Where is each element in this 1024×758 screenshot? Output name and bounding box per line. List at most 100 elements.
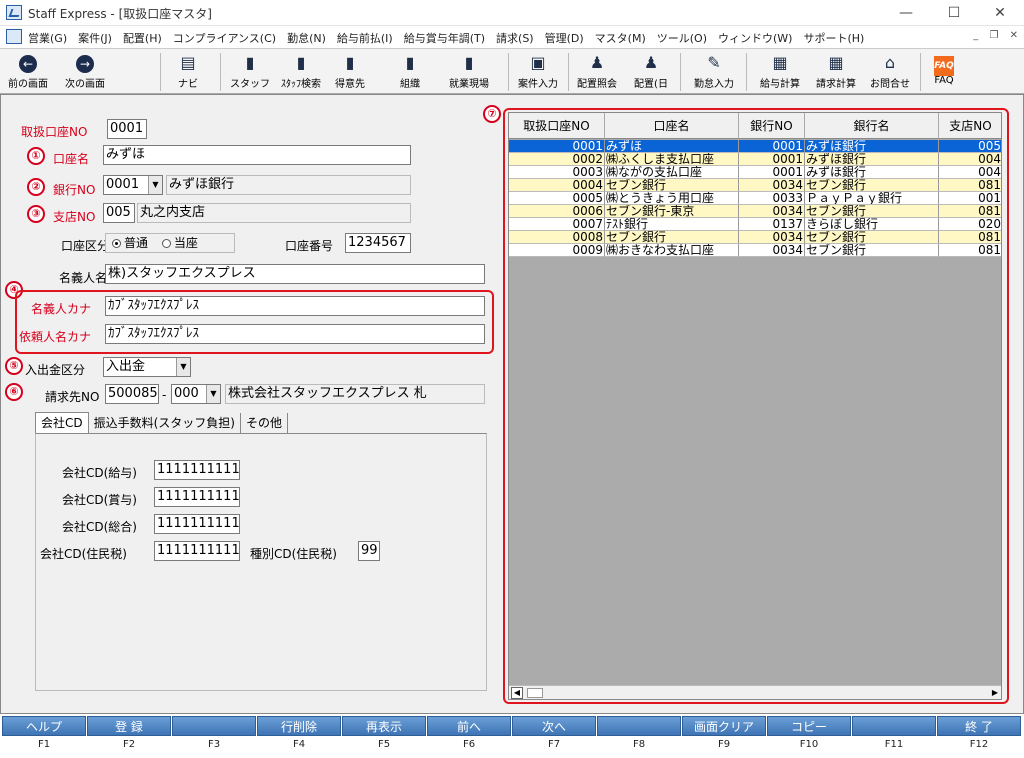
faq-button[interactable]: FAQ FAQ (926, 51, 962, 93)
menu-item[interactable]: 給与賞与年調(T) (404, 32, 485, 45)
menu-item[interactable]: コンプライアンス(C) (173, 32, 276, 45)
account-no-field[interactable]: 0001 (107, 119, 147, 139)
table-row[interactable]: 0005 ㈱とうきょう用口座 0033 ＰａｙＰａｙ銀行 001 (509, 192, 1001, 205)
fkey-f12[interactable]: 終 了 F12 (937, 716, 1021, 756)
menu-item[interactable]: 給与前払(I) (337, 32, 393, 45)
attendance-input-button[interactable]: ✎ 勤怠入力 (688, 51, 740, 93)
tab-transfer-fee[interactable]: 振込手数料(スタッフ負担) (89, 413, 241, 435)
fkey-button-label[interactable] (597, 716, 681, 736)
fkey-f5[interactable]: 再表示 F5 (342, 716, 426, 756)
placement-query-button[interactable]: ♟ 配置照会 (572, 51, 622, 93)
billing-no-field[interactable]: 500085 (105, 384, 159, 404)
fkey-f9[interactable]: 画面クリア F9 (682, 716, 766, 756)
tab-other[interactable]: その他 (241, 413, 289, 435)
company-cd-bonus-field[interactable]: 1111111111 (154, 487, 240, 507)
grid-header-account-no[interactable]: 取扱口座NO (509, 113, 605, 139)
fkey-f6[interactable]: 前へ F6 (427, 716, 511, 756)
fkey-button-label[interactable] (172, 716, 256, 736)
table-row[interactable]: 0003 ㈱ながの支払口座 0001 みずほ銀行 004 (509, 166, 1001, 179)
table-row[interactable]: 0001 みずほ 0001 みずほ銀行 005 (509, 140, 1001, 153)
fkey-button-label[interactable]: 終 了 (937, 716, 1021, 736)
fkey-button-label[interactable]: 次へ (512, 716, 596, 736)
grid-header-bank-name[interactable]: 銀行名 (805, 113, 939, 139)
staff-button[interactable]: ▮ スタッフ (230, 51, 270, 93)
menu-item[interactable]: ウィンドウ(W) (718, 32, 792, 45)
payroll-calc-button[interactable]: ▦ 給与計算 (754, 51, 806, 93)
requester-kana-field[interactable]: ｶﾌﾞｽﾀｯﾌｴｸｽﾌﾟﾚｽ (105, 324, 485, 344)
fkey-button-label[interactable]: コピー (767, 716, 851, 736)
table-row[interactable]: 0006 セブン銀行-東京 0034 セブン銀行 081 (509, 205, 1001, 218)
fkey-f7[interactable]: 次へ F7 (512, 716, 596, 756)
org-button[interactable]: ▮ 組織 (392, 51, 428, 93)
next-screen-button[interactable]: → 次の画面 (58, 51, 112, 93)
menu-item[interactable]: サポート(H) (803, 32, 864, 45)
grid-header-bank-no[interactable]: 銀行NO (739, 113, 805, 139)
fkey-button-label[interactable]: 画面クリア (682, 716, 766, 736)
branch-no-field[interactable]: 005 (103, 203, 135, 223)
radio-normal[interactable]: 普通 (112, 236, 148, 250)
menu-item[interactable]: 勤怠(N) (287, 32, 326, 45)
table-row[interactable]: 0002 ㈱ふくしま支払口座 0001 みずほ銀行 004 (509, 153, 1001, 166)
table-row[interactable]: 0004 セブン銀行 0034 セブン銀行 081 (509, 179, 1001, 192)
site-button[interactable]: ▮ 就業現場 (442, 51, 496, 93)
menu-item[interactable]: 営業(G) (28, 32, 67, 45)
fkey-f4[interactable]: 行削除 F4 (257, 716, 341, 756)
fkey-button-label[interactable]: 行削除 (257, 716, 341, 736)
menu-item[interactable]: 配置(H) (123, 32, 162, 45)
contact-button[interactable]: ⌂ お問合せ (866, 51, 914, 93)
dropdown-arrow-icon[interactable]: ▼ (206, 385, 220, 403)
radio-current[interactable]: 当座 (161, 236, 198, 250)
company-cd-salary-field[interactable]: 1111111111 (154, 460, 240, 480)
mdi-minimize-icon[interactable]: _ (973, 30, 978, 41)
holder-kana-field[interactable]: ｶﾌﾞｽﾀｯﾌｴｸｽﾌﾟﾚｽ (105, 296, 485, 316)
menu-item[interactable]: 管理(D) (545, 32, 584, 45)
menu-item[interactable]: ツール(O) (657, 32, 707, 45)
kind-cd-resident-field[interactable]: 99 (358, 541, 380, 561)
mdi-restore-icon[interactable]: ❐ (989, 30, 998, 41)
scroll-thumb[interactable] (527, 688, 543, 698)
table-row[interactable]: 0009 ㈱おきなわ支払口座 0034 セブン銀行 081 (509, 244, 1001, 257)
menu-item[interactable]: マスタ(M) (595, 32, 646, 45)
table-row[interactable]: 0007 ﾃｽﾄ銀行 0137 きらぼし銀行 020 (509, 218, 1001, 231)
fkey-f1[interactable]: ヘルプ F1 (2, 716, 86, 756)
fkey-f10[interactable]: コピー F10 (767, 716, 851, 756)
fkey-button-label[interactable]: 前へ (427, 716, 511, 736)
fkey-f3[interactable]: F3 (172, 716, 256, 756)
mdi-close-icon[interactable]: ✕ (1010, 30, 1018, 41)
minimize-button[interactable]: — (886, 3, 926, 23)
grid-hscrollbar[interactable]: ◀ ▶ (509, 685, 1001, 699)
job-input-button[interactable]: ▣ 案件入力 (512, 51, 564, 93)
company-cd-resident-field[interactable]: 1111111111 (154, 541, 240, 561)
fkey-button-label[interactable]: ヘルプ (2, 716, 86, 736)
tab-company-cd[interactable]: 会社CD (35, 412, 89, 434)
account-name-field[interactable]: みずほ (103, 145, 411, 165)
fkey-button-label[interactable] (852, 716, 936, 736)
menu-item[interactable]: 請求(S) (496, 32, 534, 45)
account-number-field[interactable]: 1234567 (345, 233, 411, 253)
fkey-f2[interactable]: 登 録 F2 (87, 716, 171, 756)
fkey-button-label[interactable]: 再表示 (342, 716, 426, 736)
staff-search-button[interactable]: ▮ ｽﾀｯﾌ検索 (276, 51, 326, 93)
inout-combo[interactable]: 入出金 ▼ (103, 357, 191, 377)
prev-screen-button[interactable]: ← 前の画面 (2, 51, 54, 93)
billing-sub-combo[interactable]: 000 ▼ (171, 384, 221, 404)
menu-item[interactable]: 案件(J) (78, 32, 112, 45)
scroll-left-icon[interactable]: ◀ (511, 687, 523, 699)
fkey-f11[interactable]: F11 (852, 716, 936, 756)
dropdown-arrow-icon[interactable]: ▼ (148, 176, 162, 194)
fkey-button-label[interactable]: 登 録 (87, 716, 171, 736)
holder-field[interactable]: 株)スタッフエクスプレス (105, 264, 485, 284)
bank-no-combo[interactable]: 0001 ▼ (103, 175, 163, 195)
navi-button[interactable]: ▤ ナビ (170, 51, 206, 93)
grid-header-account-name[interactable]: 口座名 (605, 113, 739, 139)
company-cd-total-field[interactable]: 1111111111 (154, 514, 240, 534)
scroll-right-icon[interactable]: ▶ (989, 687, 1001, 699)
fkey-f8[interactable]: F8 (597, 716, 681, 756)
billing-calc-button[interactable]: ▦ 請求計算 (810, 51, 862, 93)
client-button[interactable]: ▮ 得意先 (330, 51, 370, 93)
close-button[interactable]: ✕ (980, 3, 1020, 23)
dropdown-arrow-icon[interactable]: ▼ (176, 358, 190, 376)
table-row[interactable]: 0008 セブン銀行 0034 セブン銀行 081 (509, 231, 1001, 244)
placement-day-button[interactable]: ♟ 配置(日 (630, 51, 672, 93)
grid-header-branch-no[interactable]: 支店NO (939, 113, 1001, 139)
